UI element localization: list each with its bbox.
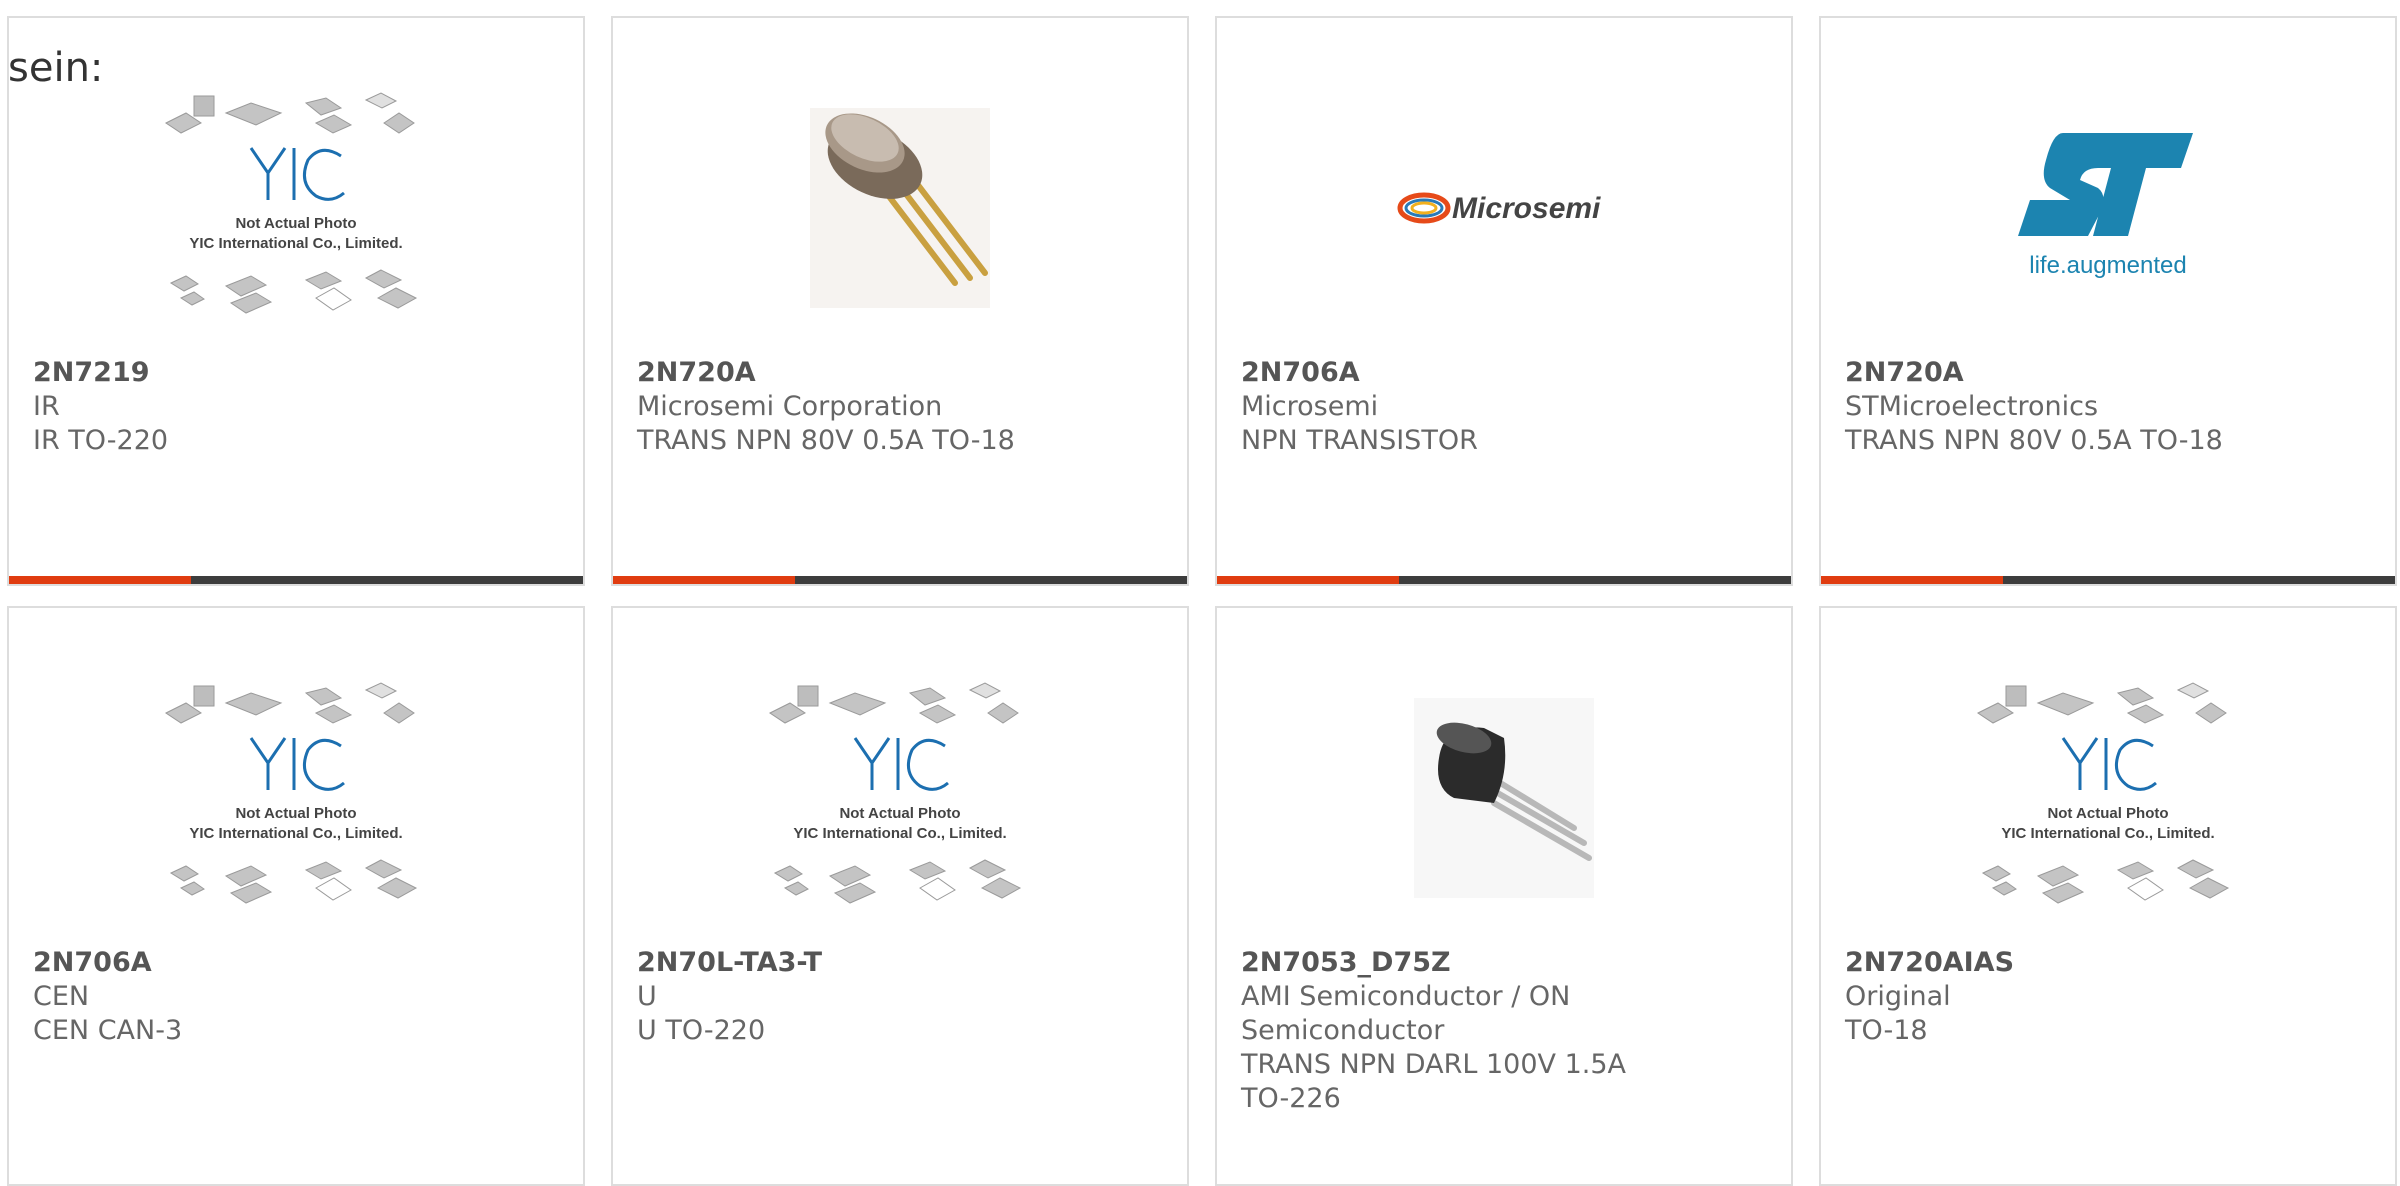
product-image[interactable]: life.augmented (1821, 88, 2395, 328)
placeholder-caption-1: Not Actual Photo (235, 215, 356, 232)
product-image[interactable]: Not Actual Photo YIC International Co., … (9, 88, 583, 328)
placeholder-caption-2: YIC International Co., Limited. (189, 235, 402, 252)
product-image[interactable]: Not Actual Photo YIC International Co., … (9, 678, 583, 918)
product-card[interactable]: 2N720A Microsemi Corporation TRANS NPN 8… (611, 16, 1189, 586)
st-logo-tagline: life.augmented (2029, 252, 2186, 279)
st-logo: life.augmented (2018, 133, 2193, 279)
product-card[interactable]: Not Actual Photo YIC International Co., … (7, 16, 585, 586)
part-number[interactable]: 2N720A (637, 356, 1157, 390)
product-image[interactable] (613, 88, 1187, 328)
placeholder-image: Not Actual Photo YIC International Co., … (165, 92, 418, 314)
product-card[interactable]: 2N7053_D75Z AMI Semiconductor / ON Semic… (1215, 606, 1793, 1186)
product-image[interactable]: Not Actual Photo YIC International Co., … (613, 678, 1187, 918)
placeholder-caption-1: Not Actual Photo (2047, 805, 2168, 822)
part-number[interactable]: 2N706A (1241, 356, 1761, 390)
description: U TO-220 (637, 1015, 766, 1046)
product-card[interactable]: Not Actual Photo YIC International Co., … (7, 606, 585, 1186)
description: TO-18 (1845, 1015, 1928, 1046)
part-number[interactable]: 2N706A (33, 946, 553, 980)
placeholder-image: Not Actual Photo YIC International Co., … (165, 682, 418, 904)
manufacturer: U (637, 981, 657, 1012)
card-bar (613, 576, 1187, 584)
part-number[interactable]: 2N70L-TA3-T (637, 946, 1157, 980)
card-bar (1821, 576, 2395, 584)
manufacturer: CEN (33, 981, 90, 1012)
manufacturer: AMI Semiconductor / ON Semiconductor (1241, 981, 1571, 1046)
product-card[interactable]: life.augmented 2N720A STMicroelectronics… (1819, 16, 2397, 586)
placeholder-image: Not Actual Photo YIC International Co., … (769, 682, 1022, 904)
product-card[interactable]: Not Actual Photo YIC International Co., … (611, 606, 1189, 1186)
placeholder-caption-1: Not Actual Photo (235, 805, 356, 822)
product-image[interactable] (1217, 678, 1791, 918)
product-image[interactable]: Microsemi (1217, 88, 1791, 328)
to92-transistor-image (1414, 698, 1594, 898)
manufacturer: IR (33, 391, 60, 422)
manufacturer: Microsemi Corporation (637, 391, 943, 422)
placeholder-image: Not Actual Photo YIC International Co., … (1977, 682, 2230, 904)
description: TRANS NPN 80V 0.5A TO-18 (637, 425, 1015, 456)
manufacturer: STMicroelectronics (1845, 391, 2099, 422)
section-heading: sein: (8, 45, 104, 91)
product-image[interactable]: Not Actual Photo YIC International Co., … (1821, 678, 2395, 918)
description: CEN CAN-3 (33, 1015, 183, 1046)
placeholder-caption-2: YIC International Co., Limited. (2001, 825, 2214, 842)
part-number[interactable]: 2N7053_D75Z (1241, 946, 1761, 980)
metal-can-transistor-image (810, 108, 990, 308)
placeholder-caption-2: YIC International Co., Limited. (793, 825, 1006, 842)
description: IR TO-220 (33, 425, 169, 456)
placeholder-caption-1: Not Actual Photo (839, 805, 960, 822)
microsemi-logo-text: Microsemi (1452, 192, 1601, 225)
microsemi-logo: Microsemi (1397, 192, 1601, 225)
description: TRANS NPN DARL 100V 1.5A TO-226 (1241, 1049, 1626, 1114)
product-card[interactable]: Not Actual Photo YIC International Co., … (1819, 606, 2397, 1186)
description: TRANS NPN 80V 0.5A TO-18 (1845, 425, 2223, 456)
part-number[interactable]: 2N720A (1845, 356, 2365, 390)
card-bar (1217, 576, 1791, 584)
part-number[interactable]: 2N7219 (33, 356, 553, 390)
product-card[interactable]: Microsemi 2N706A Microsemi NPN TRANSISTO… (1215, 16, 1793, 586)
placeholder-caption-2: YIC International Co., Limited. (189, 825, 402, 842)
manufacturer: Microsemi (1241, 391, 1379, 422)
card-bar (9, 576, 583, 584)
description: NPN TRANSISTOR (1241, 425, 1478, 456)
manufacturer: Original (1845, 981, 1951, 1012)
part-number[interactable]: 2N720AIAS (1845, 946, 2365, 980)
